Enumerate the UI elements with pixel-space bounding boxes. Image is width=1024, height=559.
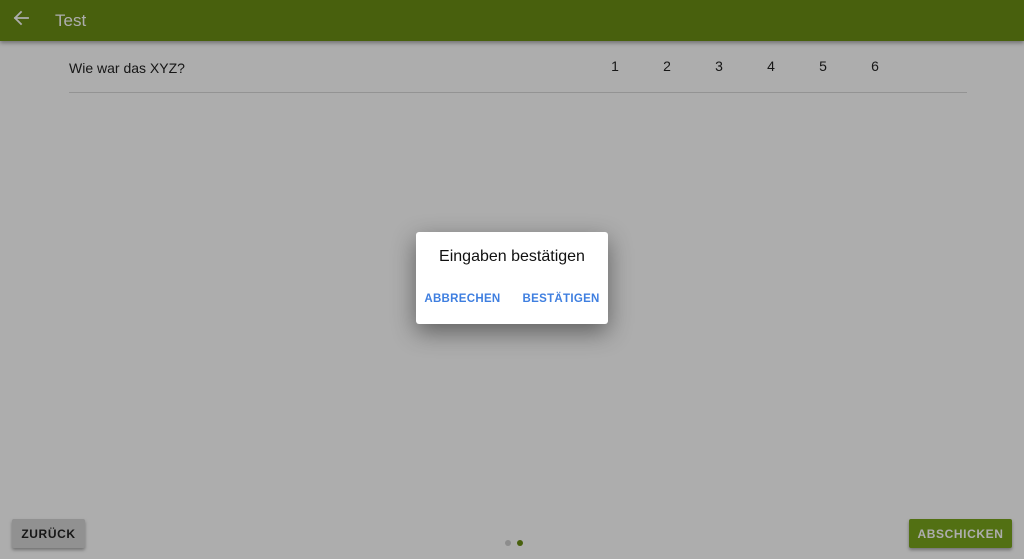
cancel-button[interactable]: ABBRECHEN <box>424 293 500 305</box>
confirm-dialog: Eingaben bestätigen ABBRECHEN BESTÄTIGEN <box>416 232 608 324</box>
dialog-actions: ABBRECHEN BESTÄTIGEN <box>416 293 608 305</box>
dialog-title: Eingaben bestätigen <box>439 248 585 265</box>
confirm-button[interactable]: BESTÄTIGEN <box>523 293 600 305</box>
